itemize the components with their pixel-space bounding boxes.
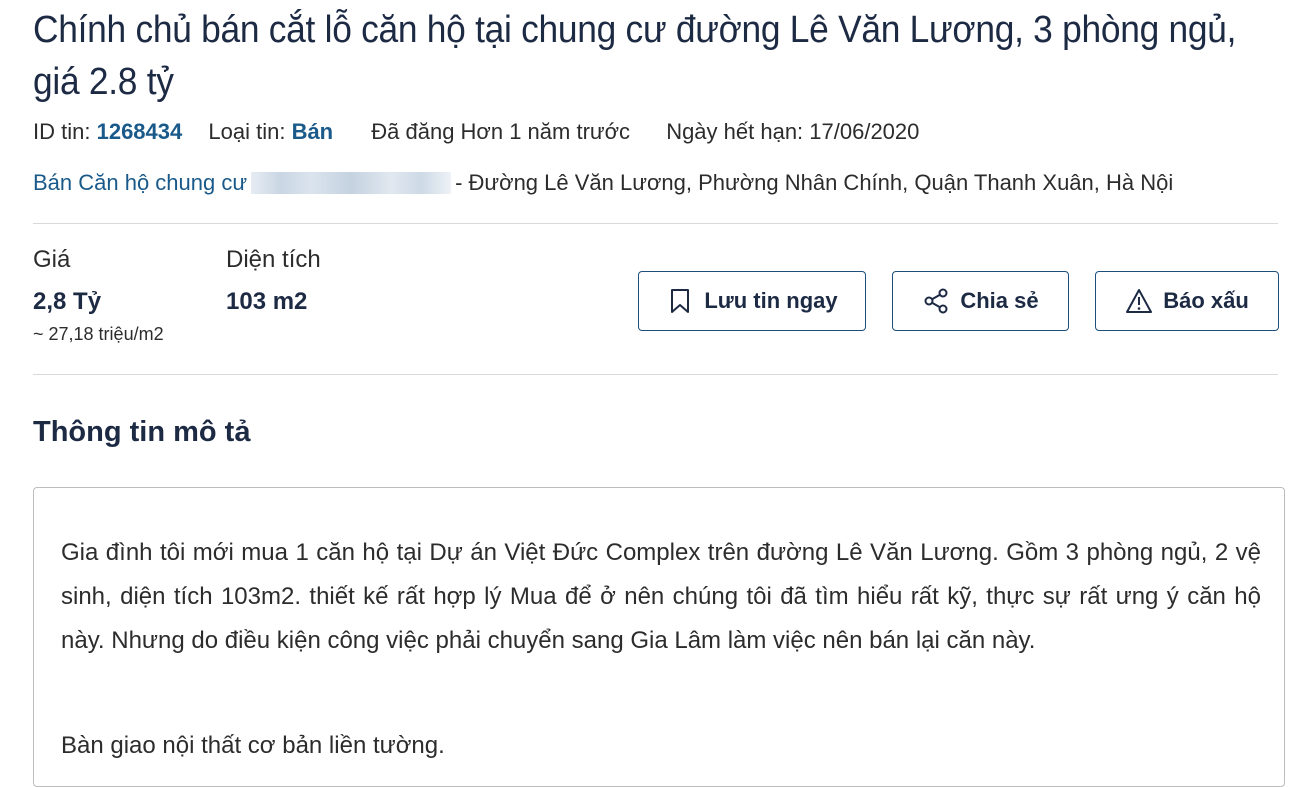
description-heading: Thông tin mô tả [33,416,251,448]
share-label: Chia sẻ [960,288,1039,313]
blurred-project-name [251,172,452,194]
price-per-m2: ~ 27,18 triệu/m2 [33,324,164,344]
category-link[interactable]: Bán Căn hộ chung cư [33,170,247,195]
area-value: 103 m2 [226,288,308,315]
listing-meta: ID tin: 1268434 Loại tin: Bán Đã đăng Hơ… [33,119,939,145]
bookmark-icon [666,287,694,315]
listing-title: Chính chủ bán cắt lỗ căn hộ tại chung cư… [33,9,1237,103]
price-label: Giá [33,246,71,273]
warning-icon [1125,287,1153,315]
divider [33,223,1278,224]
area-label: Diện tích [226,246,321,273]
report-button[interactable]: Báo xấu [1095,271,1279,331]
price-value: 2,8 Tỷ [33,288,102,315]
listing-type: Loại tin: Bán [208,119,339,144]
share-button[interactable]: Chia sẻ [892,271,1069,331]
location-address: - Đường Lê Văn Lương, Phường Nhân Chính,… [455,170,1174,195]
report-label: Báo xấu [1163,288,1249,313]
share-icon [922,287,950,315]
location-breadcrumb: Bán Căn hộ chung cư - Đường Lê Văn Lương,… [33,170,1173,196]
type-label: Loại tin: [208,119,286,144]
divider [33,374,1278,375]
save-listing-button[interactable]: Lưu tin ngay [638,271,866,331]
description-paragraph: Bàn giao nội thất cơ bản liền tường. [61,732,445,759]
id-value: 1268434 [96,119,183,144]
save-listing-label: Lưu tin ngay [704,288,838,313]
expiry-date: Ngày hết hạn: 17/06/2020 [666,119,920,144]
type-value: Bán [291,119,334,144]
listing-id: ID tin: 1268434 [33,119,188,144]
id-label: ID tin: [33,119,91,144]
description-paragraph: Gia đình tôi mới mua 1 căn hộ tại Dự án … [61,539,1261,654]
posted-time: Đã đăng Hơn 1 năm trước [371,119,631,144]
